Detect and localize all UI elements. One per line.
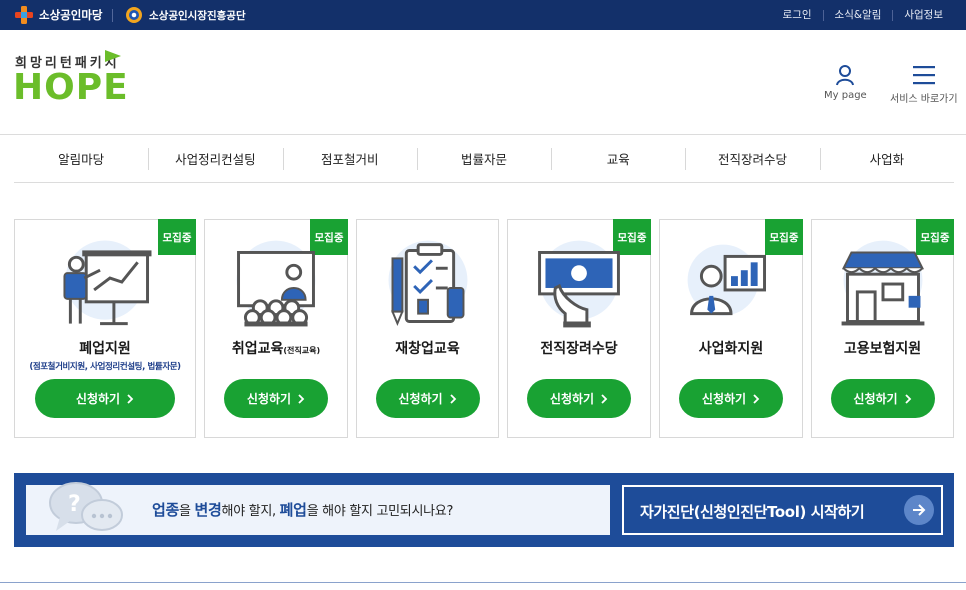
apply-button[interactable]: 신청하기 bbox=[375, 379, 480, 418]
mypage-label: My page bbox=[824, 90, 867, 101]
card-title: 폐업지원 bbox=[79, 341, 131, 357]
apply-label: 신청하기 bbox=[549, 392, 595, 406]
checklist-illustration bbox=[388, 240, 468, 327]
classroom-illustration bbox=[236, 240, 316, 327]
apply-button[interactable]: 신청하기 bbox=[830, 379, 935, 418]
nav-job-allowance[interactable]: 전직장려수당 bbox=[685, 135, 819, 182]
brand-name: HOPE bbox=[13, 67, 129, 108]
apply-button[interactable]: 신청하기 bbox=[527, 379, 631, 418]
svg-text:?: ? bbox=[68, 492, 81, 517]
card-subtitle: (점포철거비지원, 사업정리컨설팅, 법률자문) bbox=[29, 362, 181, 372]
self-diagnosis-label: 자가진단(신청인진단Tool) 시작하기 bbox=[640, 503, 865, 521]
card-job-education: 모집중 취업교육(전직교육) 신청하기 bbox=[204, 219, 348, 438]
storefront-illustration bbox=[841, 240, 925, 326]
card-title-note: (전직교육) bbox=[283, 346, 321, 355]
apply-label: 신청하기 bbox=[398, 392, 443, 406]
card-restart-education: 재창업교육 신청하기 bbox=[356, 219, 499, 438]
program-cards: 모집중 폐업지원 (점포철거비지원, 사업정리컨설팅, 법률자문) 신청하기 모… bbox=[14, 219, 954, 438]
presentation-illustration bbox=[63, 240, 152, 326]
sosang-madang-text: 소상공인마당 bbox=[39, 8, 103, 22]
main-nav: 알림마당 사업정리컨설팅 점포철거비 법률자문 교육 전직장려수당 사업화 bbox=[14, 135, 954, 183]
self-diagnosis-banner: ? 업종을 변경해야 할지, 폐업을 해야 할지 고민되시나요? 자가진단(신청… bbox=[14, 473, 954, 547]
hope-logo[interactable]: 희망리턴패키지 HOPE bbox=[13, 50, 133, 112]
card-job-allowance: 모집중 전직장려수당 신청하기 bbox=[507, 219, 651, 438]
nav-legal-advice[interactable]: 법률자문 bbox=[416, 135, 551, 182]
nav-commercialization[interactable]: 사업화 bbox=[819, 135, 954, 182]
banner-question-box: ? 업종을 변경해야 할지, 폐업을 해야 할지 고민되시나요? bbox=[26, 482, 610, 535]
card-commercialization: 모집중 사업화지원 신청하기 bbox=[659, 219, 803, 438]
topbar-divider bbox=[112, 9, 113, 22]
chevron-right-icon bbox=[449, 393, 456, 404]
arrow-right-icon bbox=[904, 495, 934, 525]
chevron-right-icon bbox=[298, 393, 305, 404]
service-menu-label: 서비스 바로가기 bbox=[890, 94, 958, 105]
mypage-button[interactable]: My page bbox=[824, 64, 867, 101]
top-bar: 소상공인마당 소상공인시장진흥공단 로그인 소식&알림 사업정보 bbox=[0, 0, 966, 30]
topbar-links: 로그인 소식&알림 사업정보 bbox=[772, 0, 954, 30]
news-link[interactable]: 소식&알림 bbox=[822, 9, 893, 21]
card-title: 사업화지원 bbox=[698, 341, 764, 357]
card-title: 전직장려수당 bbox=[540, 341, 618, 357]
apply-label: 신청하기 bbox=[701, 392, 747, 406]
apply-button[interactable]: 신청하기 bbox=[679, 379, 783, 418]
sosang-madang-logo[interactable]: 소상공인마당 bbox=[14, 6, 102, 24]
nav-business-consulting[interactable]: 사업정리컨설팅 bbox=[148, 135, 282, 182]
flag-icon bbox=[105, 50, 121, 62]
apply-label: 신청하기 bbox=[246, 392, 292, 406]
hamburger-menu-icon bbox=[912, 66, 935, 85]
login-link[interactable]: 로그인 bbox=[772, 9, 823, 21]
card-title: 취업교육(전직교육) bbox=[231, 341, 321, 357]
apply-label: 신청하기 bbox=[75, 392, 121, 406]
plus-logo-icon bbox=[15, 6, 33, 24]
footer-divider bbox=[0, 582, 966, 590]
apply-button[interactable]: 신청하기 bbox=[224, 379, 328, 418]
banner-question: 업종을 변경해야 할지, 폐업을 해야 할지 고민되시나요? bbox=[152, 501, 454, 519]
nav-education[interactable]: 교육 bbox=[551, 135, 685, 182]
service-menu-button[interactable]: 서비스 바로가기 bbox=[890, 64, 958, 105]
speech-bubbles-icon: ? bbox=[49, 482, 123, 531]
user-icon bbox=[836, 65, 855, 86]
card-title: 고용보험지원 bbox=[843, 341, 922, 357]
chevron-right-icon bbox=[753, 393, 760, 404]
self-diagnosis-start-button[interactable]: 자가진단(신청인진단Tool) 시작하기 bbox=[622, 485, 943, 535]
business-info-link[interactable]: 사업정보 bbox=[892, 9, 954, 21]
semas-text: 소상공인시장진흥공단 bbox=[149, 9, 246, 22]
semas-emblem-icon bbox=[126, 7, 142, 23]
card-employment-insurance: 모집중 고용보험지원 신청하기 bbox=[811, 219, 954, 438]
apply-button[interactable]: 신청하기 bbox=[35, 379, 175, 418]
card-title: 재창업교육 bbox=[395, 341, 460, 357]
apply-label: 신청하기 bbox=[853, 392, 898, 406]
chevron-right-icon bbox=[904, 393, 911, 404]
nav-notice[interactable]: 알림마당 bbox=[14, 135, 148, 182]
chevron-right-icon bbox=[601, 393, 608, 404]
business-chart-illustration bbox=[687, 244, 767, 316]
semas-logo[interactable]: 소상공인시장진흥공단 bbox=[124, 6, 246, 24]
money-hand-illustration bbox=[538, 240, 620, 328]
nav-store-demolition[interactable]: 점포철거비 bbox=[282, 135, 417, 182]
card-closure-support: 모집중 폐업지원 (점포철거비지원, 사업정리컨설팅, 법률자문) 신청하기 bbox=[14, 219, 196, 438]
header: 희망리턴패키지 HOPE My page 서비스 바로가기 bbox=[0, 30, 966, 135]
chevron-right-icon bbox=[127, 393, 134, 404]
